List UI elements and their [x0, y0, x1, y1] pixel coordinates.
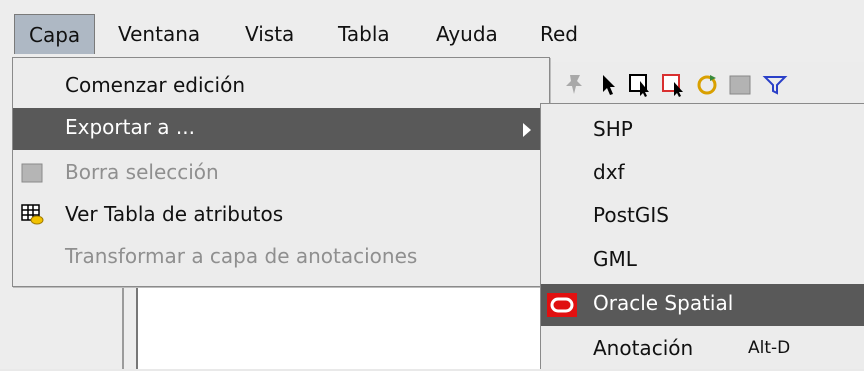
submenu-item-shp[interactable]: SHP: [541, 110, 864, 152]
menubar-item-ayuda[interactable]: Ayuda: [422, 14, 512, 54]
menubar-item-red[interactable]: Red: [526, 14, 592, 54]
submenu-item-label: SHP: [593, 117, 633, 141]
refresh-selection-icon[interactable]: [694, 72, 720, 98]
panel-divider: [122, 285, 124, 369]
menu-bar: Capa Ventana Vista Tabla Ayuda Red: [0, 0, 864, 63]
submenu-item-label: GML: [593, 247, 637, 271]
submenu-item-gml[interactable]: GML: [541, 240, 864, 282]
oracle-icon: [547, 293, 577, 317]
submenu-item-label: Oracle Spatial: [593, 291, 734, 315]
select-by-point-icon[interactable]: [661, 72, 687, 98]
menubar-item-capa[interactable]: Capa: [14, 14, 96, 54]
submenu-item-anotacion[interactable]: Anotación Alt-D: [541, 329, 864, 371]
menu-item-label: Transformar a capa de anotaciones: [65, 244, 418, 268]
menu-item-borra-seleccion[interactable]: Borra selección: [13, 153, 549, 195]
menubar-item-tabla[interactable]: Tabla: [324, 14, 404, 54]
menu-item-label: Exportar a ...: [65, 115, 195, 139]
edit-pin-icon[interactable]: [562, 72, 588, 98]
select-rect-icon[interactable]: [628, 72, 654, 98]
submenu-item-label: PostGIS: [593, 203, 669, 227]
menu-item-label: Ver Tabla de atributos: [65, 202, 284, 226]
submenu-item-dxf[interactable]: dxf: [541, 153, 864, 195]
pointer-icon[interactable]: [595, 72, 621, 98]
submenu-item-label: dxf: [593, 160, 625, 184]
export-submenu: SHP dxf PostGIS GML Oracle Spatial Anota…: [540, 103, 864, 369]
clear-selection-icon: [21, 163, 43, 183]
filter-icon[interactable]: [762, 72, 788, 98]
menu-item-ver-tabla[interactable]: Ver Tabla de atributos: [13, 195, 549, 237]
menu-item-label: Borra selección: [65, 160, 219, 184]
submenu-item-postgis[interactable]: PostGIS: [541, 196, 864, 238]
capa-menu: Comenzar edición Exportar a ... Borra se…: [12, 57, 550, 287]
menubar-item-vista[interactable]: Vista: [231, 14, 308, 54]
toolbar: [550, 62, 864, 108]
map-panel: [136, 285, 544, 369]
menubar-item-ventana[interactable]: Ventana: [104, 14, 214, 54]
shortcut-label: Alt-D: [748, 338, 791, 358]
menu-item-comenzar-edicion[interactable]: Comenzar edición: [13, 66, 549, 108]
menu-item-transformar[interactable]: Transformar a capa de anotaciones: [13, 237, 549, 279]
menu-item-label: Comenzar edición: [65, 73, 246, 97]
submenu-arrow-icon: [523, 123, 531, 137]
menu-item-exportar[interactable]: Exportar a ...: [13, 108, 549, 150]
layer-icon[interactable]: [727, 72, 753, 98]
submenu-item-label: Anotación: [593, 336, 694, 360]
submenu-item-oracle-spatial[interactable]: Oracle Spatial: [541, 284, 864, 326]
attribute-table-icon: [21, 204, 44, 225]
